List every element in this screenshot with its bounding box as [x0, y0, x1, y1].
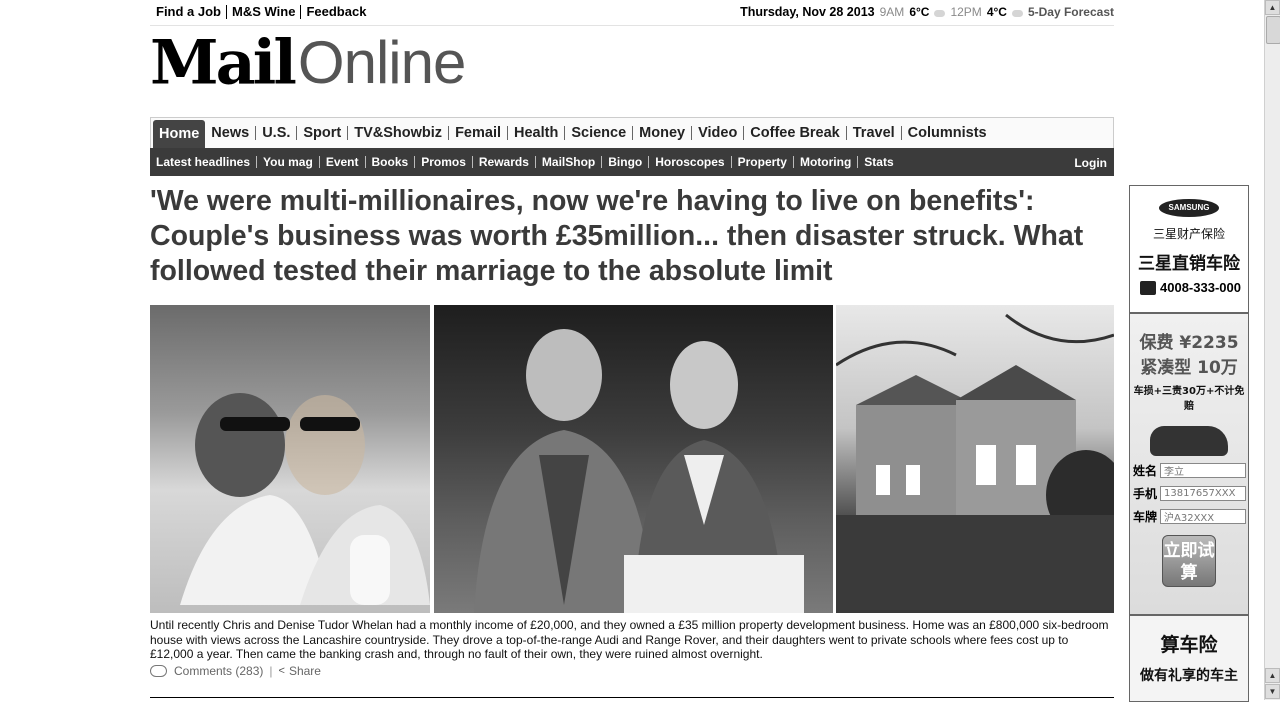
car-image [1150, 426, 1228, 456]
nav-item-money[interactable]: Money [633, 126, 693, 140]
ad-panel-quote[interactable]: 保费 ¥2235 紧凑型 10万 车损+三责30万+不计免赔 姓名 手机 车牌 … [1129, 313, 1249, 615]
nav-item-sport[interactable]: Sport [297, 126, 349, 140]
ad-form-name-row: 姓名 [1133, 462, 1248, 479]
meta-separator: | [269, 664, 273, 678]
five-day-forecast-link[interactable]: 5-Day Forecast [1028, 5, 1114, 19]
ms-wine-link[interactable]: M&S Wine [227, 5, 302, 19]
ad-phone: 4008-333-000 [1140, 280, 1248, 295]
ad-bottom-2: 做有礼享的车主 [1140, 668, 1238, 684]
country-house-photo [836, 305, 1114, 613]
feedback-link[interactable]: Feedback [301, 5, 371, 19]
ad-form-phone-row: 手机 [1133, 485, 1248, 502]
share-link[interactable]: Share [289, 664, 321, 678]
nav-item-columnists[interactable]: Columnists [902, 126, 993, 141]
ad-name-field[interactable] [1160, 463, 1247, 478]
nav-item-home[interactable]: Home [153, 120, 206, 148]
subnav-item-stats[interactable]: Stats [858, 156, 899, 168]
weather-time-2: 12PM [950, 5, 982, 19]
ad-promo-2: 紧凑型 10万 [1140, 358, 1238, 378]
nav-item-tvshowbiz[interactable]: TV&Showbiz [348, 126, 450, 140]
login-link[interactable]: Login [1074, 156, 1107, 170]
sub-nav: Latest headlines You mag Event Books Pro… [150, 148, 1114, 176]
subnav-item-motoring[interactable]: Motoring [794, 156, 859, 168]
ad-phone-field[interactable] [1160, 486, 1247, 501]
subnav-item-event[interactable]: Event [320, 156, 366, 168]
nav-item-news[interactable]: News [205, 126, 257, 140]
country-house-image [836, 313, 1114, 613]
ad-phone-label: 手机 [1133, 487, 1158, 501]
ad-plate-label: 车牌 [1133, 510, 1158, 524]
share-icon: < [278, 665, 285, 677]
scroll-down-button[interactable]: ▼ [1265, 684, 1280, 699]
logo-online: Online [297, 29, 466, 96]
cloud-icon [934, 9, 946, 17]
comments-link[interactable]: Comments (283) [174, 664, 263, 678]
photo-caption: Until recently Chris and Denise Tudor Wh… [150, 618, 1109, 661]
vertical-scrollbar[interactable]: ▲ ▲ ▼ [1264, 0, 1280, 700]
nav-item-coffee-break[interactable]: Coffee Break [744, 126, 847, 140]
find-a-job-link[interactable]: Find a Job [156, 5, 227, 19]
subnav-item-horoscopes[interactable]: Horoscopes [649, 156, 732, 168]
article-meta-bar: Comments (283) | < Share [150, 664, 321, 678]
subnav-item-latest-headlines[interactable]: Latest headlines [156, 156, 258, 168]
scroll-up-button-lower[interactable]: ▲ [1265, 668, 1280, 683]
samsung-logo: SAMSUNG [1159, 199, 1219, 217]
subnav-item-you-mag[interactable]: You mag [257, 156, 320, 168]
nav-item-science[interactable]: Science [565, 126, 634, 140]
side-advertisement[interactable]: SAMSUNG 三星财产保险 三星直销车险 4008-333-000 保费 ¥2… [1129, 185, 1249, 702]
ad-plate-field[interactable] [1160, 509, 1247, 524]
scrollbar-thumb[interactable] [1266, 16, 1280, 44]
subnav-item-rewards[interactable]: Rewards [473, 156, 536, 168]
subnav-item-promos[interactable]: Promos [415, 156, 473, 168]
content-divider [150, 697, 1114, 698]
nav-item-femail[interactable]: Femail [449, 126, 508, 140]
couple-portrait-image [474, 329, 804, 613]
weather-temp-2: 4°C [986, 5, 1007, 19]
subnav-item-books[interactable]: Books [366, 156, 416, 168]
scroll-up-button[interactable]: ▲ [1265, 0, 1280, 15]
mailonline-logo[interactable]: Mail Online [150, 26, 466, 99]
weather-widget: Thursday, Nov 28 2013 9AM 6°C 12PM 4°C 5… [740, 5, 1114, 19]
main-nav: Home News U.S. Sport TV&Showbiz Femail H… [150, 117, 1114, 149]
logo-mail: Mail [150, 26, 297, 99]
ad-line-1: 三星财产保险 [1152, 227, 1225, 241]
weather-time-1: 9AM [879, 5, 905, 19]
ad-bottom-1: 算车险 [1160, 634, 1218, 656]
weather-temp-1: 6°C [909, 5, 930, 19]
ad-form-plate-row: 车牌 [1133, 508, 1248, 525]
top-utility-bar: Find a Job M&S Wine Feedback Thursday, N… [150, 0, 1114, 26]
ad-panel-bottom[interactable]: 算车险 做有礼享的车主 [1129, 615, 1249, 702]
couple-holiday-photo [150, 305, 430, 613]
ad-phone-number: 4008-333-000 [1160, 280, 1241, 295]
article-headline: 'We were multi-millionaires, now we're h… [150, 185, 1084, 287]
couple-holiday-image [180, 393, 430, 605]
subnav-item-mailshop[interactable]: MailShop [536, 156, 603, 168]
ad-promo-3: 车损+三责30万+不计免赔 [1133, 386, 1245, 412]
couple-portrait-photo [434, 305, 833, 613]
subnav-item-property[interactable]: Property [732, 156, 794, 168]
current-date: Thursday, Nov 28 2013 [740, 5, 875, 19]
top-links: Find a Job M&S Wine Feedback [156, 5, 371, 19]
ad-promo-1: 保费 ¥2235 [1139, 333, 1239, 353]
nav-item-travel[interactable]: Travel [847, 126, 902, 140]
comment-bubble-icon [150, 665, 167, 677]
ad-line-2: 三星直销车险 [1138, 254, 1240, 274]
nav-item-health[interactable]: Health [508, 126, 566, 140]
phone-icon [1140, 280, 1156, 295]
nav-item-video[interactable]: Video [692, 126, 745, 140]
calculate-quote-button[interactable]: 立即试算 [1162, 535, 1216, 587]
nav-item-us[interactable]: U.S. [256, 126, 298, 140]
article-photo-strip [150, 305, 1114, 613]
ad-name-label: 姓名 [1133, 464, 1158, 478]
subnav-item-bingo[interactable]: Bingo [602, 156, 650, 168]
ad-panel-samsung[interactable]: SAMSUNG 三星财产保险 三星直销车险 4008-333-000 [1129, 185, 1249, 313]
cloud-icon [1011, 9, 1023, 17]
